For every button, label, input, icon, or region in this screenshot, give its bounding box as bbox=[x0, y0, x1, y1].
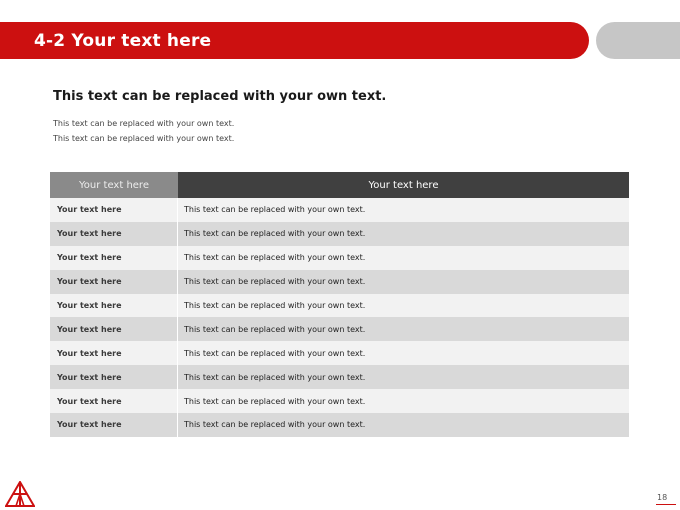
table-cell-label: Your text here bbox=[50, 413, 178, 437]
table-cell-label: Your text here bbox=[50, 293, 178, 318]
table-body: Your text here This text can be replaced… bbox=[50, 198, 629, 437]
page-number: 18 bbox=[657, 493, 668, 502]
table-row: Your text here This text can be replaced… bbox=[50, 341, 629, 366]
table-cell-text: This text can be replaced with your own … bbox=[178, 317, 629, 342]
content-subtext-1: This text can be replaced with your own … bbox=[53, 119, 235, 128]
table-header-cell-1: Your text here bbox=[50, 172, 178, 198]
table-cell-label: Your text here bbox=[50, 317, 178, 342]
table-cell-text: This text can be replaced with your own … bbox=[178, 341, 629, 366]
table-cell-label: Your text here bbox=[50, 221, 178, 246]
title-bar: 4-2 Your text here bbox=[0, 22, 589, 59]
table-cell-text: This text can be replaced with your own … bbox=[178, 365, 629, 390]
table-cell-text: This text can be replaced with your own … bbox=[178, 269, 629, 294]
table-row: Your text here This text can be replaced… bbox=[50, 269, 629, 294]
table-cell-label: Your text here bbox=[50, 269, 178, 294]
table-row: Your text here This text can be replaced… bbox=[50, 245, 629, 270]
content-subtext-2: This text can be replaced with your own … bbox=[53, 134, 235, 143]
table-row: Your text here This text can be replaced… bbox=[50, 221, 629, 246]
table-row: Your text here This text can be replaced… bbox=[50, 198, 629, 222]
content-heading: This text can be replaced with your own … bbox=[53, 89, 387, 104]
table-row: Your text here This text can be replaced… bbox=[50, 389, 629, 414]
table-row: Your text here This text can be replaced… bbox=[50, 365, 629, 390]
table-cell-label: Your text here bbox=[50, 389, 178, 414]
table-cell-text: This text can be replaced with your own … bbox=[178, 413, 629, 437]
table-row: Your text here This text can be replaced… bbox=[50, 317, 629, 342]
table-header-row: Your text here Your text here bbox=[50, 172, 629, 198]
table-cell-label: Your text here bbox=[50, 341, 178, 366]
table-cell-text: This text can be replaced with your own … bbox=[178, 221, 629, 246]
red-triangle-logo-icon bbox=[5, 481, 35, 507]
table-cell-label: Your text here bbox=[50, 245, 178, 270]
data-table: Your text here Your text here Your text … bbox=[50, 172, 629, 437]
table-cell-text: This text can be replaced with your own … bbox=[178, 198, 629, 222]
table-header-cell-2: Your text here bbox=[178, 172, 629, 198]
table-row: Your text here This text can be replaced… bbox=[50, 413, 629, 437]
table-cell-label: Your text here bbox=[50, 198, 178, 222]
table-row: Your text here This text can be replaced… bbox=[50, 293, 629, 318]
table-cell-text: This text can be replaced with your own … bbox=[178, 389, 629, 414]
title-decoration-pill bbox=[596, 22, 680, 59]
page-title: 4-2 Your text here bbox=[34, 30, 212, 51]
page-number-underline bbox=[656, 504, 676, 505]
table-cell-text: This text can be replaced with your own … bbox=[178, 293, 629, 318]
table-cell-text: This text can be replaced with your own … bbox=[178, 245, 629, 270]
table-cell-label: Your text here bbox=[50, 365, 178, 390]
